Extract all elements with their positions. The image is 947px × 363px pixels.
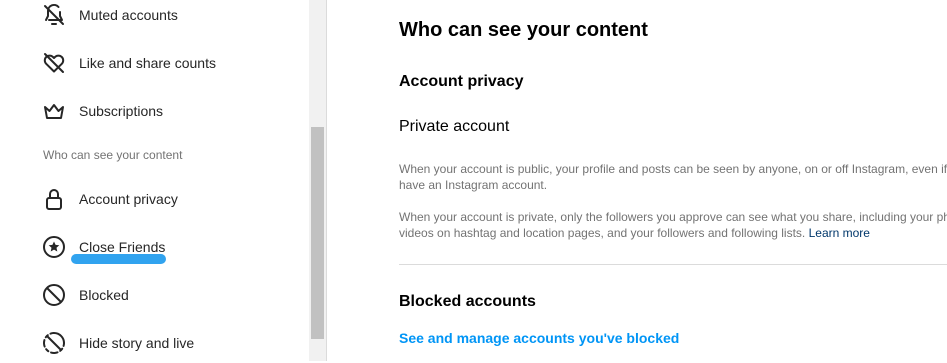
learn-more-link[interactable]: Learn more [809,226,870,240]
sidebar-item-close-friends[interactable]: Close Friends [0,227,309,267]
description-line: When your account is public, your profil… [399,162,947,176]
section-divider [399,264,947,265]
muted-bell-icon [41,2,67,28]
sidebar-item-label: Account privacy [79,191,178,207]
private-account-label: Private account [399,118,510,135]
sidebar-item-subscriptions[interactable]: Subscriptions [0,91,309,131]
sidebar-item-label: Blocked [79,287,129,303]
blocked-accounts-heading: Blocked accounts [399,293,536,310]
heart-off-icon [41,50,67,76]
sidebar-item-label: Subscriptions [79,103,164,119]
sidebar-item-label: Like and share counts [79,55,216,71]
blocked-icon [41,282,67,308]
section-heading: Who can see your content [43,148,183,162]
sidebar-item-blocked[interactable]: Blocked [0,275,309,315]
sidebar-item-label: Muted accounts [79,7,178,23]
description-line-text: videos on hashtag and location pages, an… [399,226,806,240]
sidebar-item-hide-story-live[interactable]: Hide story and live [0,323,309,363]
manage-blocked-accounts-link[interactable]: See and manage accounts you've blocked [399,330,679,346]
public-account-description: When your account is public, your profil… [399,161,947,193]
scrollbar-thumb[interactable] [311,127,324,339]
sidebar-item-muted-accounts[interactable]: Muted accounts [0,0,309,35]
description-line: have an Instagram account. [399,178,548,192]
star-circle-icon [41,234,67,260]
page-title: Who can see your content [399,19,648,41]
settings-sidebar: Muted accounts Like and share counts Sub… [0,0,309,361]
lock-icon [41,186,67,212]
private-account-description: When your account is private, only the f… [399,209,947,241]
description-line: videos on hashtag and location pages, an… [399,225,947,241]
description-line: When your account is private, only the f… [399,210,947,224]
sidebar-item-label: Hide story and live [79,335,195,351]
crown-icon [41,98,67,124]
sidebar-item-label: Close Friends [79,239,166,255]
sidebar-item-like-share-counts[interactable]: Like and share counts [0,43,309,83]
hide-story-icon [41,330,67,356]
sidebar-item-account-privacy[interactable]: Account privacy [0,179,309,219]
main-content: Who can see your content Account privacy… [327,0,947,361]
account-privacy-heading: Account privacy [399,73,524,90]
